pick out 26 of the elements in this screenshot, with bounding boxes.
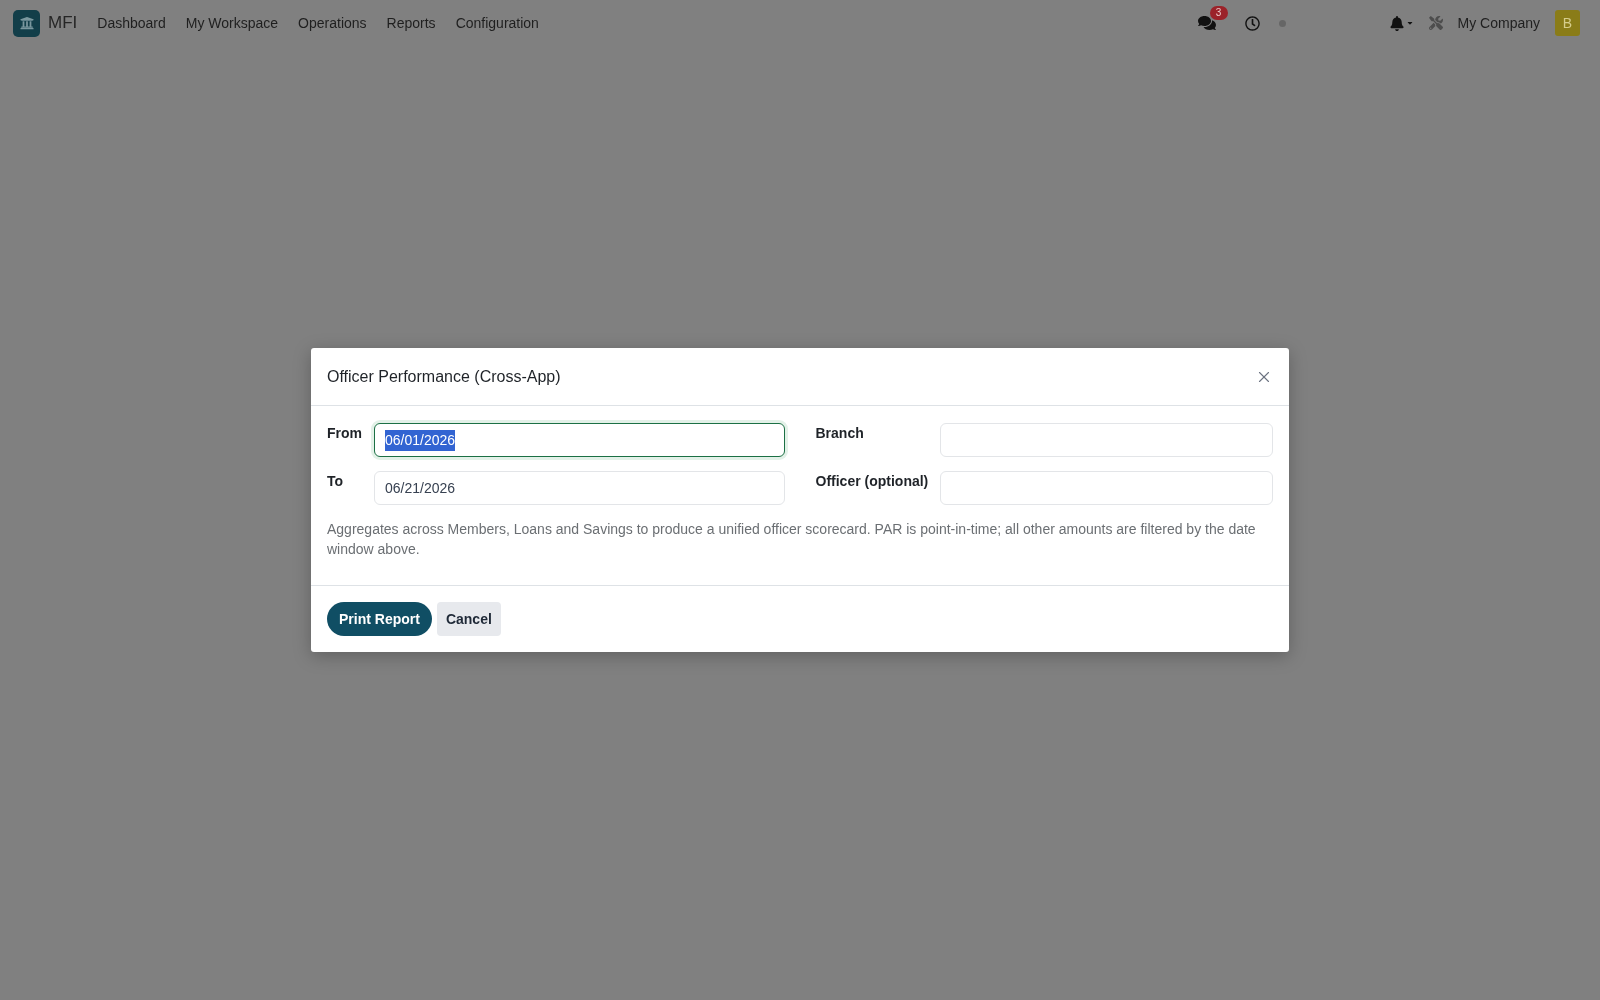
clock-icon[interactable] [1244, 15, 1260, 31]
nav-menu-item[interactable]: Reports [376, 0, 446, 46]
input-field[interactable] [940, 471, 1273, 505]
cancel-button[interactable]: Cancel [436, 602, 501, 636]
avatar[interactable]: B [1555, 10, 1580, 36]
message-count-badge: 3 [1209, 6, 1228, 20]
chat-icon[interactable] [1197, 15, 1216, 31]
field-label: From [327, 424, 362, 443]
nav-menu-item[interactable]: Configuration [445, 0, 549, 46]
input-field[interactable]: 06/01/2026 [374, 423, 785, 457]
bell-icon[interactable] [1389, 15, 1404, 31]
caret-icon[interactable] [1405, 19, 1414, 27]
app-name[interactable]: MFI [48, 10, 78, 36]
input-field[interactable]: 06/21/2026 [374, 471, 785, 505]
description-text: Aggregates across Members, Loans and Savings to produce a unified officer scorecard. PAR is point-in-time; all other amounts are filtered by the date window above. [327, 520, 1257, 559]
print-report-button[interactable]: Print Report [327, 602, 432, 636]
nav-menu-item[interactable]: My Workspace [175, 0, 289, 46]
dialog-title: Officer Performance (Cross-App) [327, 366, 561, 387]
field-label: To [327, 472, 345, 491]
field-label: Officer (optional) [815, 472, 929, 491]
nav-menu-item[interactable]: Operations [288, 0, 377, 46]
field-label: Branch [815, 424, 865, 443]
company-name[interactable]: My Company [1457, 12, 1540, 34]
nav-menu-item[interactable]: Dashboard [87, 0, 176, 46]
building-icon[interactable] [13, 9, 40, 37]
input-field[interactable] [940, 423, 1273, 457]
